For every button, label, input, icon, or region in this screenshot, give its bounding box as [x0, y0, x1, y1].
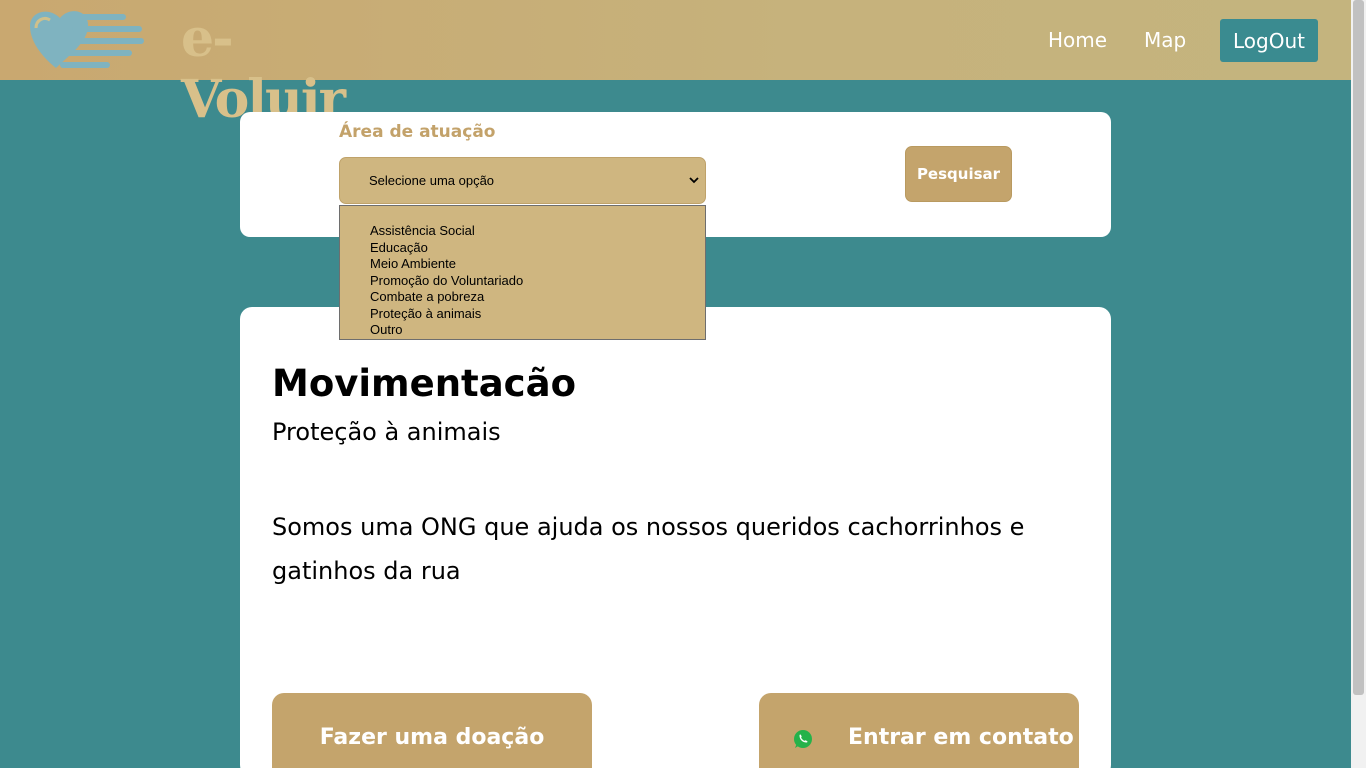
- option-item[interactable]: Assistência Social: [370, 223, 705, 240]
- contact-button[interactable]: Entrar em contato: [759, 693, 1079, 768]
- donate-button-label: Fazer uma doação: [319, 725, 545, 750]
- organization-area: Proteção à animais: [272, 418, 501, 446]
- organization-description: Somos uma ONG que ajuda os nossos querid…: [272, 513, 1025, 585]
- nav-map-link[interactable]: Map: [1144, 28, 1186, 52]
- whatsapp-icon: [794, 730, 812, 748]
- organization-name: Movimentacão: [272, 362, 577, 405]
- option-item[interactable]: Proteção à animais: [370, 306, 705, 323]
- option-item[interactable]: Educação: [370, 240, 705, 257]
- search-button[interactable]: Pesquisar: [905, 146, 1012, 202]
- logout-button[interactable]: LogOut: [1220, 19, 1318, 62]
- option-item[interactable]: Outro: [370, 322, 705, 339]
- brand-logo[interactable]: e-Voluir: [26, 6, 366, 130]
- area-options-dropdown: Assistência Social Educação Meio Ambient…: [339, 205, 706, 340]
- area-filter-label: Área de atuação: [339, 122, 496, 142]
- area-select[interactable]: Selecione uma opção: [339, 157, 706, 204]
- contact-button-label: Entrar em contato: [848, 725, 1074, 750]
- scrollbar-thumb[interactable]: [1353, 0, 1364, 695]
- option-item[interactable]: Combate a pobreza: [370, 289, 705, 306]
- top-header: e-Voluir Home Map LogOut: [0, 0, 1351, 130]
- area-select-value: Selecione uma opção: [369, 173, 495, 188]
- heart-hands-logo-icon: [30, 11, 144, 68]
- option-item[interactable]: Promoção do Voluntariado: [370, 273, 705, 290]
- chevron-down-icon: [689, 177, 699, 184]
- donate-button[interactable]: Fazer uma doação: [272, 693, 592, 768]
- nav-home-link[interactable]: Home: [1048, 28, 1107, 52]
- option-item[interactable]: Meio Ambiente: [370, 256, 705, 273]
